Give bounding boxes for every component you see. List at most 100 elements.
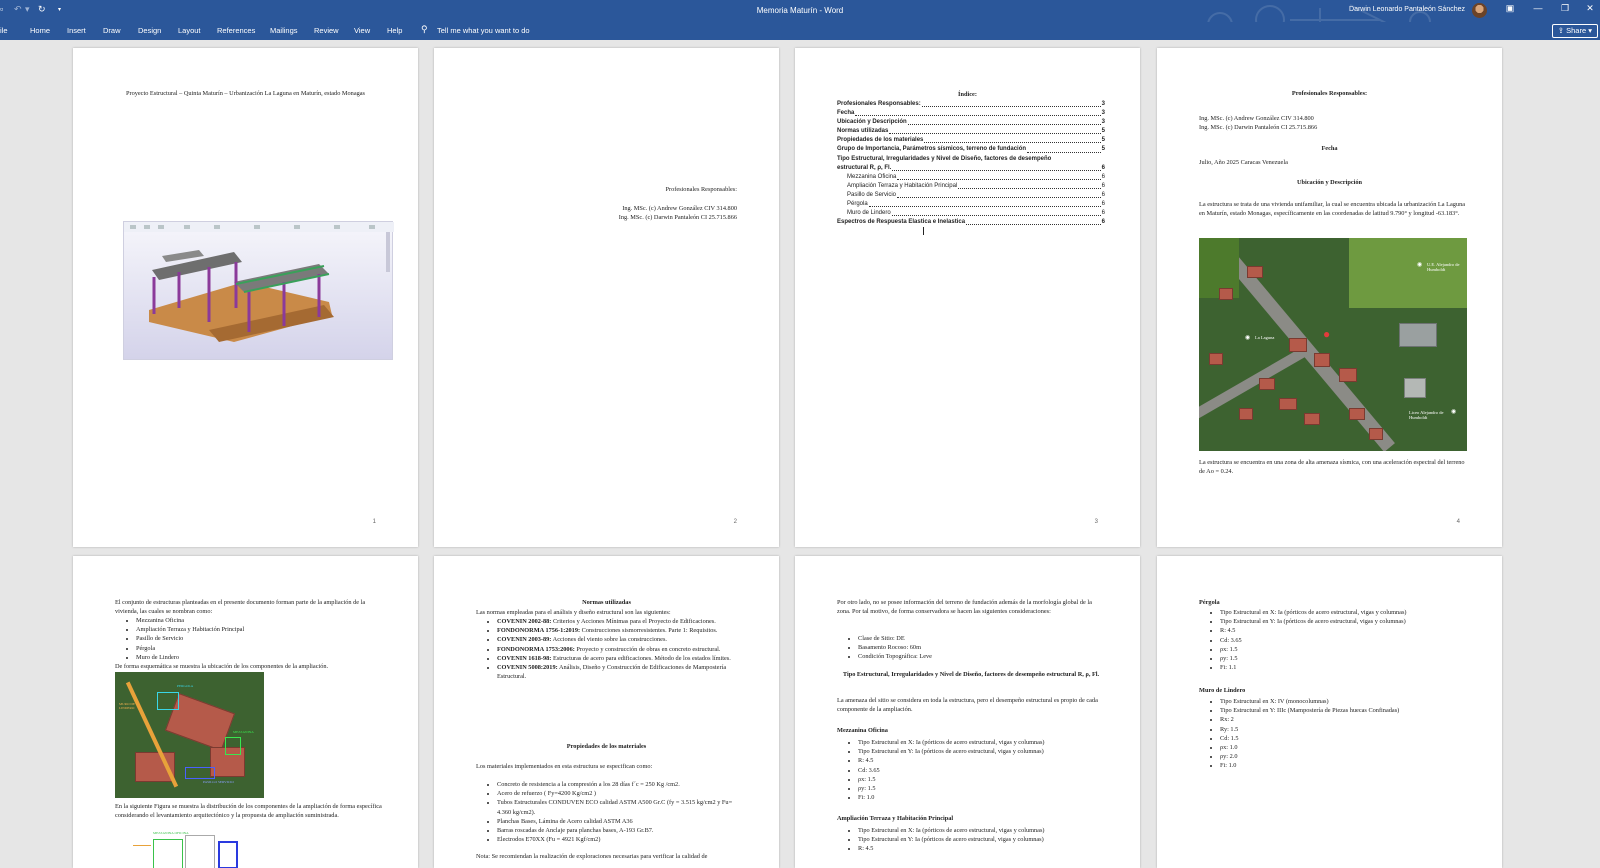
close-icon[interactable]: ✕ xyxy=(1580,3,1600,14)
page-1[interactable]: Proyecto Estructural – Quinta Maturín – … xyxy=(73,48,418,547)
tab-insert[interactable]: Insert xyxy=(67,26,86,35)
pergola-list: Tipo Estructural en X: Ia (pórticos de a… xyxy=(1199,608,1407,672)
list-item: Electrodos E70XX (Fu = 4921 Kgf/cm2) xyxy=(497,835,738,844)
structural-type-text: La amenaza del sitio se considera en tod… xyxy=(837,697,1098,714)
list-item: COVENIN 1618-98: Estructuras de acero pa… xyxy=(497,654,738,663)
page-3[interactable]: Índice: Profesionales Responsables: 3 Fec… xyxy=(795,48,1140,547)
list-item: Basamento Rocoso: 60m xyxy=(858,643,932,652)
list-item: Tipo Estructural en X: Ia (pórticos de a… xyxy=(858,738,1045,747)
professional-line: Ing. MSc. (c) Darwin Pantaleón CI 25.715… xyxy=(1199,124,1318,131)
list-item: Tipo Estructural en Y: IIIc (Mampostería… xyxy=(1220,706,1399,715)
tab-view[interactable]: View xyxy=(354,26,370,35)
structural-type-heading: Tipo Estructural, Irregularidades y Nive… xyxy=(842,671,1100,678)
share-button[interactable]: ⇪ Share ▾ xyxy=(1551,24,1598,38)
list-item: COVENIN 5008:2019: Análisis, Diseño y Co… xyxy=(497,663,738,681)
list-item: ρx: 1.5 xyxy=(1220,645,1407,654)
norms-heading: Normas utilizadas xyxy=(582,599,631,606)
terrace-heading: Ampliación Terraza y Habitación Principa… xyxy=(837,815,954,822)
restore-icon[interactable]: ❐ xyxy=(1555,3,1575,14)
list-item: Tipo Estructural en X: Ia (pórticos de a… xyxy=(858,826,1045,835)
text-cursor xyxy=(923,227,924,235)
boundary-wall-heading: Muro de Lindero xyxy=(1199,687,1246,694)
tab-mailings[interactable]: Mailings xyxy=(270,26,298,35)
avatar[interactable] xyxy=(1472,3,1487,18)
tab-design[interactable]: Design xyxy=(138,26,161,35)
date-heading: Fecha xyxy=(1321,145,1338,152)
boundary-wall-list: Tipo Estructural en X: IV (monocolumnas)… xyxy=(1199,697,1399,771)
list-item: Muro de Lindero xyxy=(136,653,244,662)
location-heading: Ubicación y Descripción xyxy=(1296,179,1363,186)
toc-entry[interactable]: Propiedades de los materiales 5 xyxy=(837,136,1105,145)
norms-list: COVENIN 2002-88: Criterios y Acciones Mí… xyxy=(476,617,738,681)
list-item: ρy: 2.0 xyxy=(1220,752,1399,761)
list-item: ρy: 1.5 xyxy=(858,784,1045,793)
map-label: U.E. Alejandro de Humboldt xyxy=(1427,262,1460,272)
share-icon: ⇪ xyxy=(1557,26,1567,35)
share-label: Share xyxy=(1566,26,1587,35)
list-item: Fi: 1.0 xyxy=(858,793,1045,802)
tab-file[interactable]: ile xyxy=(0,26,8,35)
professionals-heading: Profesionales Responsables: xyxy=(665,186,737,193)
tab-help[interactable]: Help xyxy=(387,26,402,35)
pergola-heading: Pérgola xyxy=(1199,599,1220,606)
toc-entry[interactable]: Grupo de Importancia, Parámetros sísmico… xyxy=(837,145,1105,154)
page-7[interactable]: Por otro lado, no se posee información d… xyxy=(795,556,1140,868)
map-poi-icon: ◉ xyxy=(1245,335,1251,341)
list-item: Ampliación Terraza y Habitación Principa… xyxy=(136,625,244,634)
map-label: La Laguna xyxy=(1255,335,1275,340)
toc-entry[interactable]: Ampliación Terraza y Habitación Principa… xyxy=(837,182,1105,191)
mezzanine-list: Tipo Estructural en X: Ia (pórticos de a… xyxy=(837,738,1045,802)
toc-entry[interactable]: Ubicación y Descripción 3 xyxy=(837,118,1105,127)
toc-entry[interactable]: Fecha 3 xyxy=(837,109,1105,118)
map-poi-icon: ◉ xyxy=(1417,262,1423,268)
toc-entry[interactable]: Muro de Lindero 6 xyxy=(837,209,1105,218)
professional-line: Ing. MSc. (c) Andrew González CIV 314.80… xyxy=(622,205,737,212)
list-item: Mezzanina Oficina xyxy=(136,616,244,625)
user-name[interactable]: Darwin Leonardo Pantaleón Sánchez xyxy=(1349,6,1465,13)
components-intro: El conjunto de estructuras planteadas en… xyxy=(115,599,366,616)
page-5[interactable]: El conjunto de estructuras planteadas en… xyxy=(73,556,418,868)
components-list: Mezzanina Oficina Ampliación Terraza y H… xyxy=(115,616,244,662)
toc-entry[interactable]: Tipo Estructural, Irregularidades y Nive… xyxy=(837,155,1105,164)
page-number: 4 xyxy=(1456,519,1460,525)
terrace-list: Tipo Estructural en X: Ia (pórticos de a… xyxy=(837,826,1045,854)
list-item: FONDONORMA 1756-1:2019: Construcciones s… xyxy=(497,626,738,635)
toc-entry[interactable]: Profesionales Responsables: 3 xyxy=(837,100,1105,109)
page-6[interactable]: Normas utilizadas Las normas empleadas p… xyxy=(434,556,779,868)
tell-me-search[interactable]: Tell me what you want to do xyxy=(437,26,530,35)
toc-entry[interactable]: Pasillo de Servicio 6 xyxy=(837,191,1105,200)
tab-draw[interactable]: Draw xyxy=(103,26,121,35)
list-item: Tubos Estructurales CONDUVEN ECO calidad… xyxy=(497,798,738,816)
title-bar: ▫ ↶ ▾ ↻ ▾ Memoria Maturín - Word Darwin … xyxy=(0,0,1600,38)
list-item: Fi: 1.0 xyxy=(1220,761,1399,770)
toc-entry[interactable]: Mezzanina Oficina 6 xyxy=(837,173,1105,182)
toc-entry[interactable]: Pérgola 6 xyxy=(837,200,1105,209)
list-item: Pasillo de Servicio xyxy=(136,634,244,643)
professional-line: Ing. MSc. (c) Andrew González CIV 314.80… xyxy=(1199,115,1314,122)
page-4[interactable]: Profesionales Responsables: Ing. MSc. (c… xyxy=(1157,48,1502,547)
structural-model-image xyxy=(123,221,394,360)
list-item: Condición Topográfica: Leve xyxy=(858,652,932,661)
tab-layout[interactable]: Layout xyxy=(178,26,201,35)
tab-references[interactable]: References xyxy=(217,26,255,35)
list-item: Fi: 1.1 xyxy=(1220,663,1407,672)
tab-home[interactable]: Home xyxy=(30,26,50,35)
tab-review[interactable]: Review xyxy=(314,26,339,35)
list-item: ρx: 1.5 xyxy=(858,775,1045,784)
page-2[interactable]: Profesionales Responsables: Ing. MSc. (c… xyxy=(434,48,779,547)
page-8[interactable]: Pérgola Tipo Estructural en X: Ia (pórti… xyxy=(1157,556,1502,868)
ribbon-display-options-icon[interactable]: ▣ xyxy=(1500,3,1520,14)
materials-note: Nota: Se recomiendan la realización de e… xyxy=(476,853,708,860)
toc-entry[interactable]: estructural R, ρ, Fl. 6 xyxy=(837,164,1105,173)
toc-entry[interactable]: Normas utilizadas 5 xyxy=(837,127,1105,136)
list-item: R: 4.5 xyxy=(1220,626,1407,635)
list-item: Rx: 2 xyxy=(1220,715,1399,724)
list-item: ρx: 1.0 xyxy=(1220,743,1399,752)
minimize-icon[interactable]: — xyxy=(1528,3,1548,13)
professional-line: Ing. MSc. (c) Darwin Pantaleón CI 25.715… xyxy=(618,214,737,221)
distribution-text: En la siguiente Figura se muestra la dis… xyxy=(115,803,382,820)
list-item: Tipo Estructural en X: Ia (pórticos de a… xyxy=(1220,608,1407,617)
location-pin-icon: ● xyxy=(1323,327,1331,341)
norms-intro: Las normas empleadas para el análisis y … xyxy=(476,609,671,616)
toc-entry[interactable]: Espectros de Respuesta Elastica e Inelas… xyxy=(837,218,1105,227)
